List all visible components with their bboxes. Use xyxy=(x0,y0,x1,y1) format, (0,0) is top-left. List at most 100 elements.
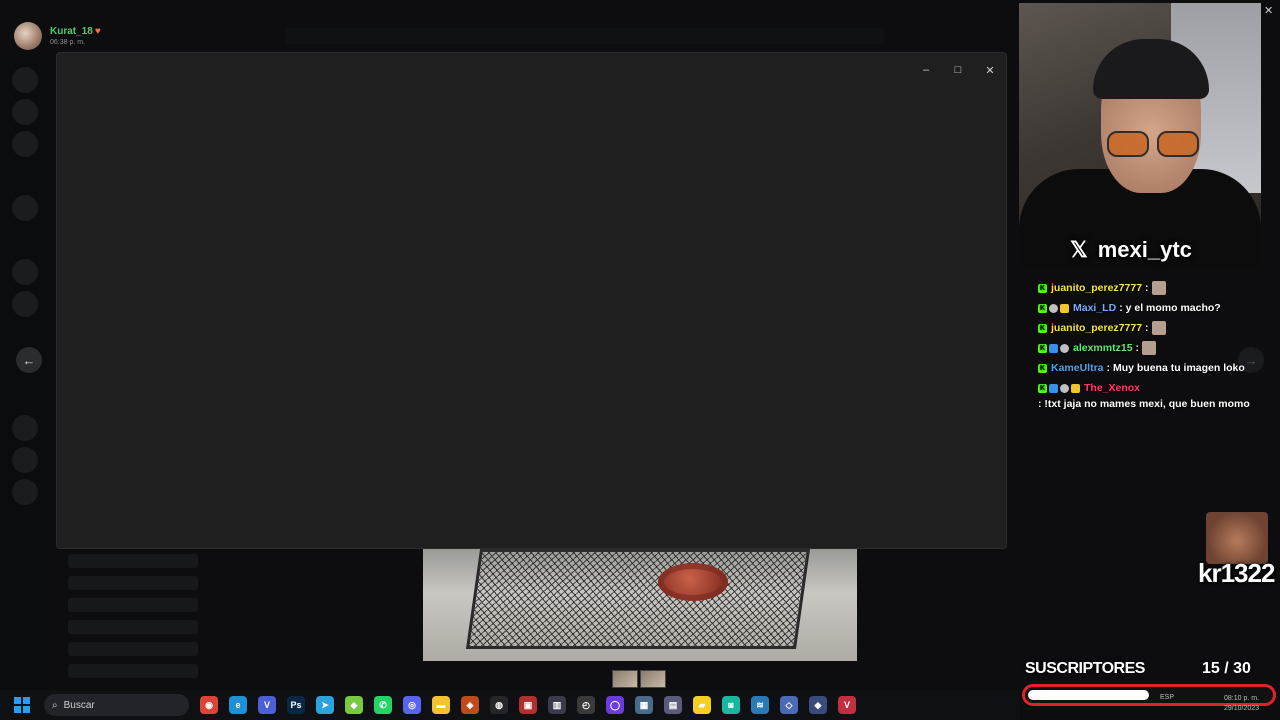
chat-message: K Maxi_LD: y el momo macho? xyxy=(1038,300,1262,316)
chat-badge-icon: K xyxy=(1038,363,1047,373)
audio-icon[interactable]: ▥ xyxy=(548,696,566,714)
chat-text: : xyxy=(1145,282,1149,294)
chat-badge-icon xyxy=(1049,343,1058,353)
android-icon[interactable]: ◆ xyxy=(345,696,363,714)
chat-badge-icon xyxy=(1060,303,1069,313)
chat-badge-icon: K xyxy=(1038,343,1047,353)
thumbnail[interactable] xyxy=(640,670,666,688)
controller-icon[interactable]: ◙ xyxy=(722,696,740,714)
server-icon[interactable] xyxy=(12,479,38,505)
chat-message: Kalexmmtz15: xyxy=(1038,340,1262,356)
chat-text: : !txt jaja no mames mexi, que buen momo xyxy=(1038,398,1250,410)
chat-badge-icon: K xyxy=(1038,303,1047,313)
server-icon[interactable] xyxy=(12,291,38,317)
chat-username[interactable]: KameUltra xyxy=(1051,360,1104,376)
minimize-button[interactable]: – xyxy=(911,61,941,79)
webcam-feed xyxy=(1019,3,1261,269)
vivaldi-icon[interactable]: V xyxy=(258,696,276,714)
subs-progress-fill xyxy=(1028,690,1149,700)
chat-text: : Muy buena tu imagen loko xyxy=(1106,362,1245,374)
server-icon[interactable] xyxy=(12,259,38,285)
telegram-icon[interactable]: ➤ xyxy=(316,696,334,714)
chat-message: K The_Xenox : !txt jaja no mames mexi, que… xyxy=(1038,380,1262,412)
channel-header xyxy=(285,28,885,44)
start-button[interactable] xyxy=(10,693,34,717)
editor-icon[interactable]: ▤ xyxy=(664,696,682,714)
stream-chat: Kjuanito_perez7777: K Maxi_LD: y el momo m… xyxy=(1038,280,1262,416)
channel-item[interactable] xyxy=(68,598,198,612)
chat-text: : xyxy=(1145,322,1149,334)
grill-grate xyxy=(465,549,811,649)
chat-badge-icon: K xyxy=(1038,383,1047,393)
diamond-icon[interactable]: ◇ xyxy=(780,696,798,714)
valorant-icon[interactable]: V xyxy=(838,696,856,714)
sausage xyxy=(658,563,728,601)
emote-icon xyxy=(1151,321,1166,335)
author-name[interactable]: Kurat_18 xyxy=(50,26,93,37)
heart-icon: ♥ xyxy=(94,26,101,37)
server-icon[interactable] xyxy=(12,131,38,157)
chrome-icon[interactable]: ◉ xyxy=(200,696,218,714)
taskbar: ⌕ Buscar ◉ e V Ps ➤ ◆ ✆ ◎ ▬ ◈ ◍ ▣ ▥ ◴ ◯ ▦ ▤ ▰ ◙ ≋ ◇ ◆ V xyxy=(0,690,1020,720)
server-rail xyxy=(0,55,48,690)
search-icon: ⌕ xyxy=(52,699,58,711)
lens xyxy=(1157,131,1199,157)
server-icon[interactable] xyxy=(12,195,38,221)
clock-date: 29/10/2023 xyxy=(1224,705,1260,712)
record-icon[interactable]: ◯ xyxy=(606,696,624,714)
image-icon[interactable]: ▦ xyxy=(635,696,653,714)
channel-item[interactable] xyxy=(68,620,198,634)
chat-username[interactable]: Maxi_LD xyxy=(1073,300,1116,316)
chat-text: : y el momo macho? xyxy=(1119,302,1221,314)
overlay-close-button[interactable]: ✕ xyxy=(1264,4,1273,17)
chat-badge-icon xyxy=(1060,343,1069,353)
x-logo-icon: 𝕏 xyxy=(1070,237,1088,262)
chat-message: Kjuanito_perez7777: xyxy=(1038,320,1262,336)
server-icon[interactable] xyxy=(12,447,38,473)
screen: Kurat_18 ♥ 06:38 p. m. – □ ✕ ← → ✕ 𝕏 mexi… xyxy=(0,0,1280,720)
chat-message: Kjuanito_perez7777: xyxy=(1038,280,1262,296)
post-time: 06:38 p. m. xyxy=(50,39,86,46)
fish-icon[interactable]: ≋ xyxy=(751,696,769,714)
server-icon[interactable] xyxy=(12,99,38,125)
lens xyxy=(1107,131,1149,157)
emote-icon xyxy=(1142,341,1157,355)
close-button[interactable]: ✕ xyxy=(975,61,1005,79)
chat-message: K KameUltra: Muy buena tu imagen loko xyxy=(1038,360,1262,376)
chat-badge-icon xyxy=(1049,383,1058,393)
chat-username[interactable]: juanito_perez7777 xyxy=(1051,280,1142,296)
tool-icon[interactable]: ◆ xyxy=(809,696,827,714)
channel-item[interactable] xyxy=(68,664,198,678)
thumbnail-strip xyxy=(612,670,666,688)
avatar[interactable] xyxy=(14,22,42,50)
server-icon[interactable] xyxy=(12,67,38,93)
app-icon[interactable]: ▣ xyxy=(519,696,537,714)
chat-username[interactable]: alexmmtz15 xyxy=(1073,340,1133,356)
chat-username[interactable]: juanito_perez7777 xyxy=(1051,320,1142,336)
sticky-icon[interactable]: ▰ xyxy=(693,696,711,714)
clock-app-icon[interactable]: ◴ xyxy=(577,696,595,714)
taskbar-search[interactable]: ⌕ Buscar xyxy=(44,694,189,716)
folder-icon[interactable]: ▬ xyxy=(432,696,450,714)
server-icon[interactable] xyxy=(12,415,38,441)
channel-item[interactable] xyxy=(68,642,198,656)
system-clock[interactable]: 08:10 p. m. 29/10/2023 xyxy=(1224,694,1259,714)
thumbnail[interactable] xyxy=(612,670,638,688)
image-author: Kurat_18 ♥ 06:38 p. m. xyxy=(14,22,101,50)
obs-icon[interactable]: ◍ xyxy=(490,696,508,714)
edge-icon[interactable]: e xyxy=(229,696,247,714)
whatsapp-icon[interactable]: ✆ xyxy=(374,696,392,714)
grill-photo[interactable] xyxy=(423,549,857,661)
channel-item[interactable] xyxy=(68,576,198,590)
game-icon[interactable]: ◈ xyxy=(461,696,479,714)
chat-username[interactable]: The_Xenox xyxy=(1084,380,1140,396)
photoshop-icon[interactable]: Ps xyxy=(287,696,305,714)
subs-goal-label: SUSCRIPTORES xyxy=(1025,660,1145,677)
previous-image-button[interactable]: ← xyxy=(16,347,42,373)
blank-window[interactable]: – □ ✕ xyxy=(56,52,1007,549)
channel-item[interactable] xyxy=(68,554,198,568)
language-indicator[interactable]: ESP xyxy=(1160,694,1174,701)
maximize-button[interactable]: □ xyxy=(943,61,973,79)
sub-alert-image xyxy=(1206,512,1268,564)
discord-icon[interactable]: ◎ xyxy=(403,696,421,714)
